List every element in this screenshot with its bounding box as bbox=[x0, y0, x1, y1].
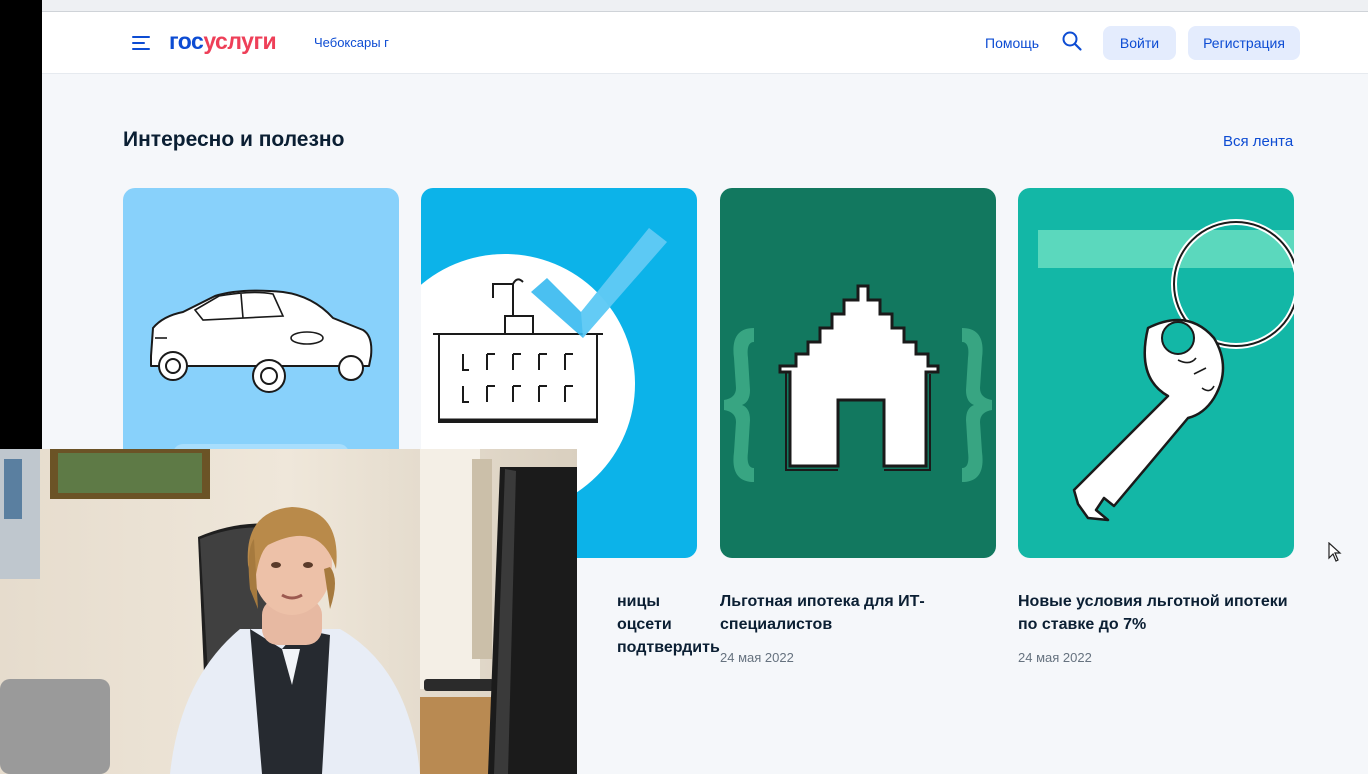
house-braces-illustration bbox=[720, 188, 996, 558]
browser-toolbar-edge bbox=[42, 0, 1368, 12]
register-button[interactable]: Регистрация bbox=[1188, 26, 1300, 60]
search-icon[interactable] bbox=[1061, 30, 1083, 52]
login-button[interactable]: Войти bbox=[1103, 26, 1176, 60]
news-card-4[interactable]: Новые условия льготной ипотеки по ставке… bbox=[1018, 188, 1294, 665]
presenter-video-frame bbox=[0, 449, 577, 774]
card-title: Льготная ипотека для ИТ-специалистов bbox=[720, 593, 925, 633]
key-illustration bbox=[1018, 188, 1294, 558]
city-selector[interactable]: Чебоксары г bbox=[314, 35, 389, 50]
card-title: Новые условия льготной ипотеки по ставке… bbox=[1018, 593, 1288, 633]
burger-menu-icon[interactable] bbox=[132, 34, 152, 52]
card-image bbox=[720, 188, 996, 558]
section-title: Интересно и полезно bbox=[123, 128, 345, 151]
card-date: 24 мая 2022 bbox=[720, 650, 794, 665]
card-image bbox=[1018, 188, 1294, 558]
site-header: госуслуги Чебоксары г Помощь Войти Регис… bbox=[42, 12, 1368, 74]
news-card-3[interactable]: Льготная ипотека для ИТ-специалистов 24 … bbox=[720, 188, 996, 665]
mouse-cursor-icon bbox=[1328, 542, 1342, 562]
card-date: 24 мая 2022 bbox=[1018, 650, 1092, 665]
webcam-video-overlay bbox=[0, 449, 577, 774]
all-feed-link[interactable]: Вся лента bbox=[1223, 133, 1293, 150]
help-link[interactable]: Помощь bbox=[985, 35, 1039, 51]
gosuslugi-logo[interactable]: госуслуги bbox=[169, 28, 277, 55]
card-title-partial: ницы оцсети подтвердить bbox=[617, 593, 720, 656]
